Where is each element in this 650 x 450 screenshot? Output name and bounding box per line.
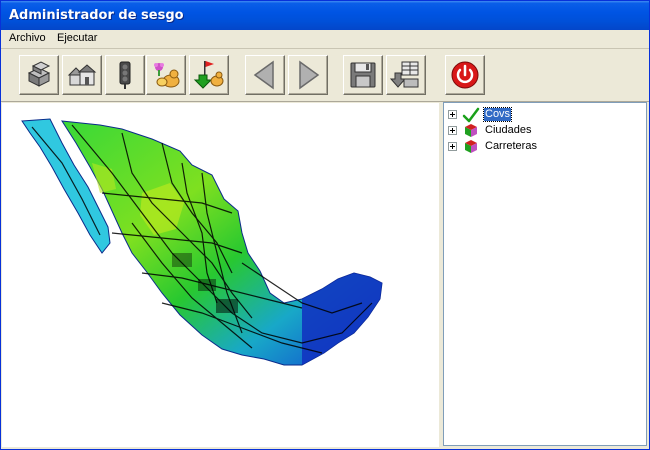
- layers-button[interactable]: [19, 55, 59, 95]
- tree-item-ciudades[interactable]: Ciudades: [448, 123, 638, 139]
- exit-button[interactable]: [445, 55, 485, 95]
- houses-button[interactable]: [62, 55, 102, 95]
- expand-icon[interactable]: [448, 126, 457, 135]
- layers-stack-icon: [27, 61, 51, 87]
- arrow-right-icon: [299, 60, 320, 90]
- expand-icon[interactable]: [448, 110, 457, 119]
- power-icon: [451, 61, 479, 89]
- tree-item-label: Carreteras: [485, 140, 537, 152]
- tree-item-covs[interactable]: Covs: [448, 107, 638, 123]
- save-button[interactable]: [343, 55, 383, 95]
- mexico-map: [21, 118, 383, 366]
- layer-tree: Covs Ciudades Carreteras: [443, 102, 647, 446]
- export-button[interactable]: [386, 55, 426, 95]
- toolbar: [1, 49, 649, 102]
- menu-bar: Archivo Ejecutar: [1, 30, 649, 49]
- title-bar[interactable]: Administrador de sesgo: [1, 1, 649, 30]
- checkmark-icon: [462, 107, 480, 123]
- traffic-light-button[interactable]: [105, 55, 145, 95]
- flag-download-icon: [193, 61, 224, 89]
- houses-icon: [67, 64, 97, 86]
- layer-cubes-icon: [465, 140, 477, 153]
- forward-button[interactable]: [288, 55, 328, 95]
- app-window: Administrador de sesgo Archivo Ejecutar: [0, 0, 650, 450]
- back-button[interactable]: [245, 55, 285, 95]
- menu-ejecutar[interactable]: Ejecutar: [57, 32, 97, 44]
- save-icon: [350, 62, 376, 88]
- map-view[interactable]: [2, 103, 439, 447]
- import-button[interactable]: [189, 55, 229, 95]
- export-table-icon: [390, 61, 419, 88]
- layer-cubes-icon: [465, 124, 477, 137]
- arrow-left-icon: [253, 60, 274, 90]
- tree-item-label: Covs: [482, 107, 513, 122]
- traffic-light-icon: [119, 61, 131, 89]
- animals-icon: [154, 63, 180, 88]
- expand-icon[interactable]: [448, 142, 457, 151]
- tree-item-label: Ciudades: [485, 124, 532, 136]
- menu-archivo[interactable]: Archivo: [9, 32, 46, 44]
- species-button[interactable]: [146, 55, 186, 95]
- window-title: Administrador de sesgo: [9, 8, 184, 23]
- tree-item-carreteras[interactable]: Carreteras: [448, 139, 638, 155]
